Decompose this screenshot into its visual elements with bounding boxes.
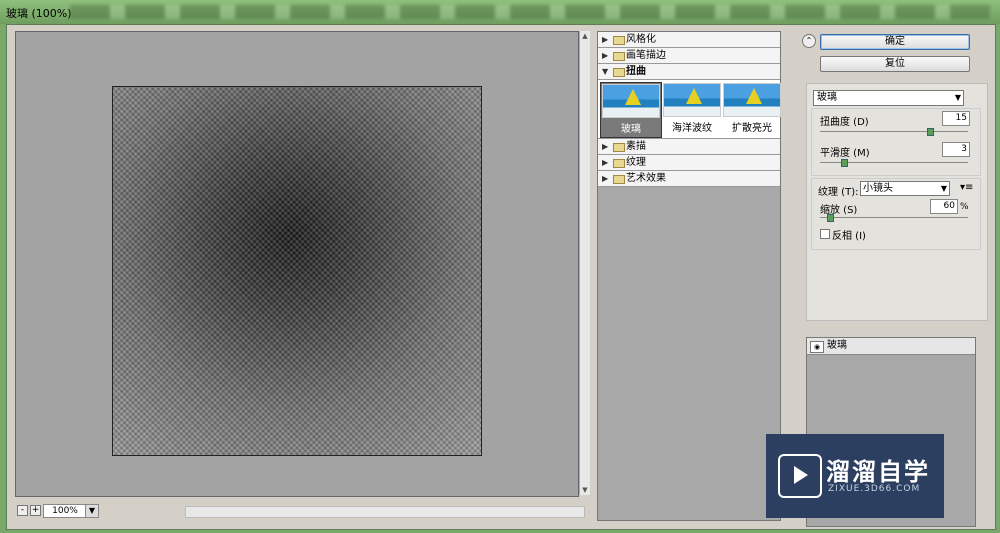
texture-select-value: 小镜头 xyxy=(863,183,893,194)
texture-menu-icon[interactable]: ▾≡ xyxy=(960,182,973,193)
chevron-down-icon: ▼ xyxy=(954,93,961,102)
category-label: 艺术效果 xyxy=(626,173,666,184)
title-bar: 玻璃 (100%) xyxy=(0,0,1000,24)
filter-select-value: 玻璃 xyxy=(817,92,837,103)
preview-zoom-bar: - + 100% ▼ xyxy=(15,503,589,519)
thumbnail-image xyxy=(663,83,721,117)
preview-pane xyxy=(15,31,579,497)
scroll-up-icon[interactable]: ▲ xyxy=(580,31,590,41)
watermark-url: ZIXUE.3D66.COM xyxy=(828,484,921,494)
open-folder-icon xyxy=(613,68,625,77)
category-stylize[interactable]: ▶ 风格化 xyxy=(598,32,780,48)
watermark: 溜溜自学 ZIXUE.3D66.COM xyxy=(766,434,944,518)
zoom-level-field[interactable]: 100% xyxy=(43,504,87,518)
category-label: 风格化 xyxy=(626,34,656,45)
category-label: 画笔描边 xyxy=(626,50,666,61)
slider-handle[interactable] xyxy=(926,128,934,136)
thumb-ocean-ripple[interactable]: 海洋波纹 xyxy=(662,82,722,136)
thumb-label: 玻璃 xyxy=(621,124,641,135)
expand-triangle-icon[interactable]: ▶ xyxy=(602,48,608,63)
category-label: 扭曲 xyxy=(626,66,646,77)
expand-triangle-icon[interactable]: ▶ xyxy=(602,32,608,47)
smoothness-field[interactable]: 3 xyxy=(942,142,970,157)
folder-icon xyxy=(613,36,625,45)
slider-handle[interactable] xyxy=(841,159,849,167)
preview-canvas[interactable] xyxy=(112,86,482,456)
filter-select[interactable]: 玻璃 ▼ xyxy=(813,90,964,106)
thumbnail-image xyxy=(602,84,660,118)
reset-button[interactable]: 复位 xyxy=(820,56,970,72)
effect-layer-row[interactable]: ◉ 玻璃 xyxy=(807,338,975,355)
category-texture[interactable]: ▶ 纹理 xyxy=(598,155,780,171)
zoom-in-button[interactable]: + xyxy=(30,505,41,516)
distortion-field[interactable]: 15 xyxy=(942,111,970,126)
filter-settings-panel: 玻璃 ▼ 扭曲度 (D) 15 平滑度 (M) 3 纹理 (T): 小镜头 ▼ … xyxy=(806,83,988,321)
zoom-out-button[interactable]: - xyxy=(17,505,28,516)
thumb-label: 海洋波纹 xyxy=(672,123,712,134)
folder-icon xyxy=(613,52,625,61)
eye-icon[interactable]: ◉ xyxy=(810,341,824,353)
play-logo-icon xyxy=(778,454,822,498)
folder-icon xyxy=(613,143,625,152)
folder-icon xyxy=(613,159,625,168)
filter-category-list: ▶ 风格化 ▶ 画笔描边 ▼ 扭曲 玻璃 海洋波纹 扩散亮光 ▶ 素描 ▶ 纹理… xyxy=(598,32,782,187)
texture-select[interactable]: 小镜头 ▼ xyxy=(860,181,950,196)
folder-icon xyxy=(613,175,625,184)
smoothness-label: 平滑度 (M) xyxy=(820,148,870,159)
thumbnail-image xyxy=(723,83,781,117)
scaling-slider[interactable] xyxy=(820,214,968,222)
invert-checkbox[interactable] xyxy=(820,229,830,239)
scaling-label: 缩放 (S) xyxy=(820,205,858,216)
ok-button[interactable]: 确定 xyxy=(820,34,970,50)
category-distort[interactable]: ▼ 扭曲 xyxy=(598,64,780,80)
category-artistic[interactable]: ▶ 艺术效果 xyxy=(598,171,780,187)
expand-triangle-icon[interactable]: ▶ xyxy=(602,171,608,186)
filter-gallery-panel: ▶ 风格化 ▶ 画笔描边 ▼ 扭曲 玻璃 海洋波纹 扩散亮光 ▶ 素描 ▶ 纹理… xyxy=(597,31,781,521)
window-title: 玻璃 (100%) xyxy=(6,7,72,20)
category-brush-strokes[interactable]: ▶ 画笔描边 xyxy=(598,48,780,64)
category-sketch[interactable]: ▶ 素描 xyxy=(598,139,780,155)
expand-triangle-icon[interactable]: ▶ xyxy=(602,139,608,154)
distortion-group: 扭曲度 (D) 15 平滑度 (M) 3 xyxy=(811,108,981,176)
smoothness-slider[interactable] xyxy=(820,159,968,167)
texture-group: 纹理 (T): 小镜头 ▼ ▾≡ 缩放 (S) 60 % 反相 (I) xyxy=(811,178,981,250)
slider-handle[interactable] xyxy=(827,214,835,222)
thumb-label: 扩散亮光 xyxy=(732,123,772,134)
texture-label: 纹理 (T): xyxy=(818,187,859,198)
blurred-toolbar xyxy=(70,5,990,19)
effect-layer-name: 玻璃 xyxy=(827,340,847,351)
scaling-field[interactable]: 60 xyxy=(930,199,958,214)
preview-horizontal-scrollbar[interactable] xyxy=(185,506,585,518)
chevron-down-icon: ▼ xyxy=(940,184,947,193)
watermark-title: 溜溜自学 xyxy=(826,458,930,486)
expand-triangle-icon[interactable]: ▶ xyxy=(602,155,608,170)
thumb-glass[interactable]: 玻璃 xyxy=(600,82,662,138)
preview-vertical-scrollbar[interactable]: ▲ ▼ xyxy=(579,31,590,495)
category-label: 素描 xyxy=(626,141,646,152)
scroll-down-icon[interactable]: ▼ xyxy=(580,485,590,495)
zoom-dropdown-icon[interactable]: ▼ xyxy=(85,504,99,518)
collapse-gallery-icon[interactable]: ⌃ xyxy=(802,34,816,48)
distortion-slider[interactable] xyxy=(820,128,968,136)
invert-label: 反相 (I) xyxy=(832,231,866,242)
thumb-diffuse-glow[interactable]: 扩散亮光 xyxy=(722,82,782,136)
category-label: 纹理 xyxy=(626,157,646,168)
distortion-label: 扭曲度 (D) xyxy=(820,117,869,128)
distort-thumbnails: 玻璃 海洋波纹 扩散亮光 xyxy=(598,80,782,139)
collapse-triangle-icon[interactable]: ▼ xyxy=(602,64,608,79)
scaling-unit: % xyxy=(960,202,969,212)
